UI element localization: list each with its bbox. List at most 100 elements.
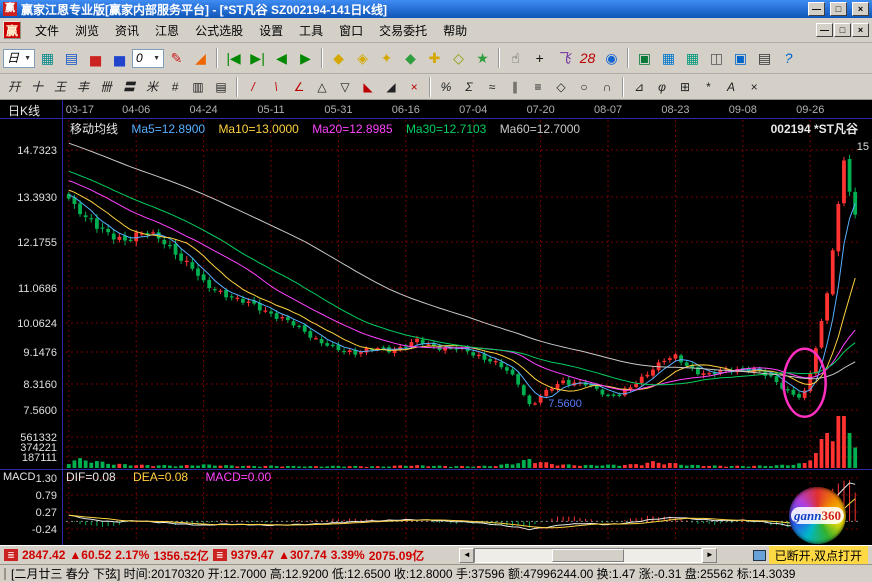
- fence-grid-icon[interactable]: 丰: [72, 77, 94, 96]
- ladder-grid-icon[interactable]: 卌: [95, 77, 117, 96]
- scrollbar-track[interactable]: [474, 548, 702, 563]
- text-note-icon[interactable]: A: [720, 77, 742, 96]
- menu-settings[interactable]: 设置: [251, 19, 291, 42]
- hand-tool-icon[interactable]: ☝: [504, 47, 527, 70]
- color-area-chart-icon[interactable]: ◢: [189, 47, 212, 70]
- period-daily-dropdown[interactable]: 日▼: [3, 49, 35, 68]
- columns-pattern-icon[interactable]: ▤: [210, 77, 232, 96]
- quote-list-icon[interactable]: ▤: [60, 47, 83, 70]
- restore-button[interactable]: □: [830, 2, 847, 16]
- menu-help[interactable]: 帮助: [435, 19, 475, 42]
- diamond-olive-icon[interactable]: ◇: [447, 47, 470, 70]
- gann-fan-down-icon[interactable]: \: [265, 77, 287, 96]
- first-bar-icon[interactable]: |◀: [222, 47, 245, 70]
- last-bar-icon[interactable]: ▶|: [246, 47, 269, 70]
- digit-zero-dropdown[interactable]: 0▼: [132, 49, 164, 68]
- mdi-restore-button[interactable]: □: [834, 23, 851, 37]
- day-28-icon[interactable]: 28: [576, 47, 599, 70]
- double-line-icon[interactable]: 〓: [118, 77, 140, 96]
- fly-char-icon[interactable]: 飞: [552, 47, 575, 70]
- phi-tool-icon[interactable]: φ: [651, 77, 673, 96]
- king-grid-icon[interactable]: 王: [49, 77, 71, 96]
- angle-tool-icon[interactable]: ∠: [288, 77, 310, 96]
- sh-index-amount: 1356.52亿: [153, 547, 208, 564]
- star-tool-icon[interactable]: ✦: [375, 47, 398, 70]
- mdi-close-button[interactable]: ×: [852, 23, 869, 37]
- calendar-icon[interactable]: ▣: [633, 47, 656, 70]
- x-cross-icon[interactable]: ×: [403, 77, 425, 96]
- arc-tool-icon[interactable]: ∩: [596, 77, 618, 96]
- scroll-left-button[interactable]: ◄: [459, 548, 474, 563]
- erase-tool-icon[interactable]: ×: [743, 77, 765, 96]
- svg-text:0.79: 0.79: [36, 490, 57, 502]
- menu-window[interactable]: 窗口: [331, 19, 371, 42]
- help-icon[interactable]: ?: [777, 47, 800, 70]
- diamond-green-icon[interactable]: ◆: [399, 47, 422, 70]
- rice-grid-icon[interactable]: 米: [141, 77, 163, 96]
- wedge-right-icon[interactable]: ◢: [380, 77, 402, 96]
- open-grid-icon[interactable]: 幵: [3, 77, 25, 96]
- matrix-board-icon[interactable]: ▦: [36, 47, 59, 70]
- bar-chart-red-icon[interactable]: ▅: [84, 47, 107, 70]
- pen-tool-icon[interactable]: ✎: [165, 47, 188, 70]
- menu-tools[interactable]: 工具: [291, 19, 331, 42]
- status-grip: [4, 568, 6, 580]
- menu-file[interactable]: 文件: [27, 19, 67, 42]
- app-menu-logo-icon: 赢: [3, 21, 21, 39]
- cross-line-icon[interactable]: 十: [26, 77, 48, 96]
- svg-text:15: 15: [857, 141, 869, 153]
- grid-teal-icon[interactable]: ▦: [681, 47, 704, 70]
- hash-grid-icon[interactable]: #: [164, 77, 186, 96]
- macd-legend: DIF=0.08 DEA=0.08 MACD=0.00: [66, 470, 285, 484]
- grid-square-icon[interactable]: ⊞: [674, 77, 696, 96]
- ruler-triangle-icon[interactable]: ⊿: [628, 77, 650, 96]
- percent-tool-icon[interactable]: %: [435, 77, 457, 96]
- menu-browse[interactable]: 浏览: [67, 19, 107, 42]
- ma-legend: 移动均线 Ma5=12.8900 Ma10=13.0000 Ma20=12.89…: [70, 120, 590, 137]
- globe-tool-icon[interactable]: ◉: [600, 47, 623, 70]
- diamond-outline-icon[interactable]: ◇: [550, 77, 572, 96]
- rows-pattern-icon[interactable]: ▥: [187, 77, 209, 96]
- grid-cyan-icon[interactable]: ▦: [657, 47, 680, 70]
- crosshair-tool-icon[interactable]: +: [528, 47, 551, 70]
- sigma-tool-icon[interactable]: Σ: [458, 77, 480, 96]
- menu-news[interactable]: 资讯: [107, 19, 147, 42]
- close-button[interactable]: ×: [852, 2, 869, 16]
- connection-status[interactable]: 已断开,双点打开: [769, 546, 868, 565]
- minimize-button[interactable]: —: [808, 2, 825, 16]
- horizontal-scrollbar[interactable]: ◄ ►: [459, 548, 717, 563]
- kline-chart[interactable]: 03-1704-0604-2405-1105-3106-1607-0407-20…: [0, 100, 872, 545]
- triangle-down-icon[interactable]: ▽: [334, 77, 356, 96]
- dea-value: DEA=0.08: [133, 470, 188, 484]
- star-green-icon[interactable]: ★: [471, 47, 494, 70]
- scrollbar-thumb[interactable]: [552, 549, 624, 562]
- cross-tool-icon[interactable]: ✚: [423, 47, 446, 70]
- mdi-minimize-button[interactable]: —: [816, 23, 833, 37]
- svg-text:9.1476: 9.1476: [23, 347, 57, 359]
- save-layout-icon[interactable]: ▣: [729, 47, 752, 70]
- scroll-right-button[interactable]: ►: [702, 548, 717, 563]
- circle-tool-icon[interactable]: ○: [573, 77, 595, 96]
- next-bar-icon[interactable]: ▶: [294, 47, 317, 70]
- connection-area: 已断开,双点打开: [753, 546, 868, 565]
- menu-trade-order[interactable]: 交易委托: [371, 19, 435, 42]
- parallel-lines-icon[interactable]: ∥: [504, 77, 526, 96]
- dual-panel-icon[interactable]: ◫: [705, 47, 728, 70]
- equal-split-icon[interactable]: ≡: [527, 77, 549, 96]
- gann-square-icon[interactable]: ◆: [327, 47, 350, 70]
- gann-wheel-icon[interactable]: ◈: [351, 47, 374, 70]
- gann-fan-up-icon[interactable]: /: [242, 77, 264, 96]
- menu-gann[interactable]: 江恩: [147, 19, 187, 42]
- bar-chart-blue-icon[interactable]: ▅: [108, 47, 131, 70]
- prev-bar-icon[interactable]: ◀: [270, 47, 293, 70]
- wedge-left-icon[interactable]: ◣: [357, 77, 379, 96]
- title-bar[interactable]: 赢 赢家江恩专业版[赢家内部服务平台] - [*ST凡谷 SZ002194-14…: [0, 0, 872, 18]
- svg-text:10.0624: 10.0624: [17, 318, 57, 330]
- toolbar-separator: [498, 48, 500, 68]
- asterisk-tool-icon[interactable]: *: [697, 77, 719, 96]
- triangle-up-icon[interactable]: △: [311, 77, 333, 96]
- printer-icon[interactable]: ▤: [753, 47, 776, 70]
- wave-tool-icon[interactable]: ≈: [481, 77, 503, 96]
- menu-formula-stock-picking[interactable]: 公式选股: [187, 19, 251, 42]
- dropdown-arrow-icon: ▼: [153, 55, 160, 62]
